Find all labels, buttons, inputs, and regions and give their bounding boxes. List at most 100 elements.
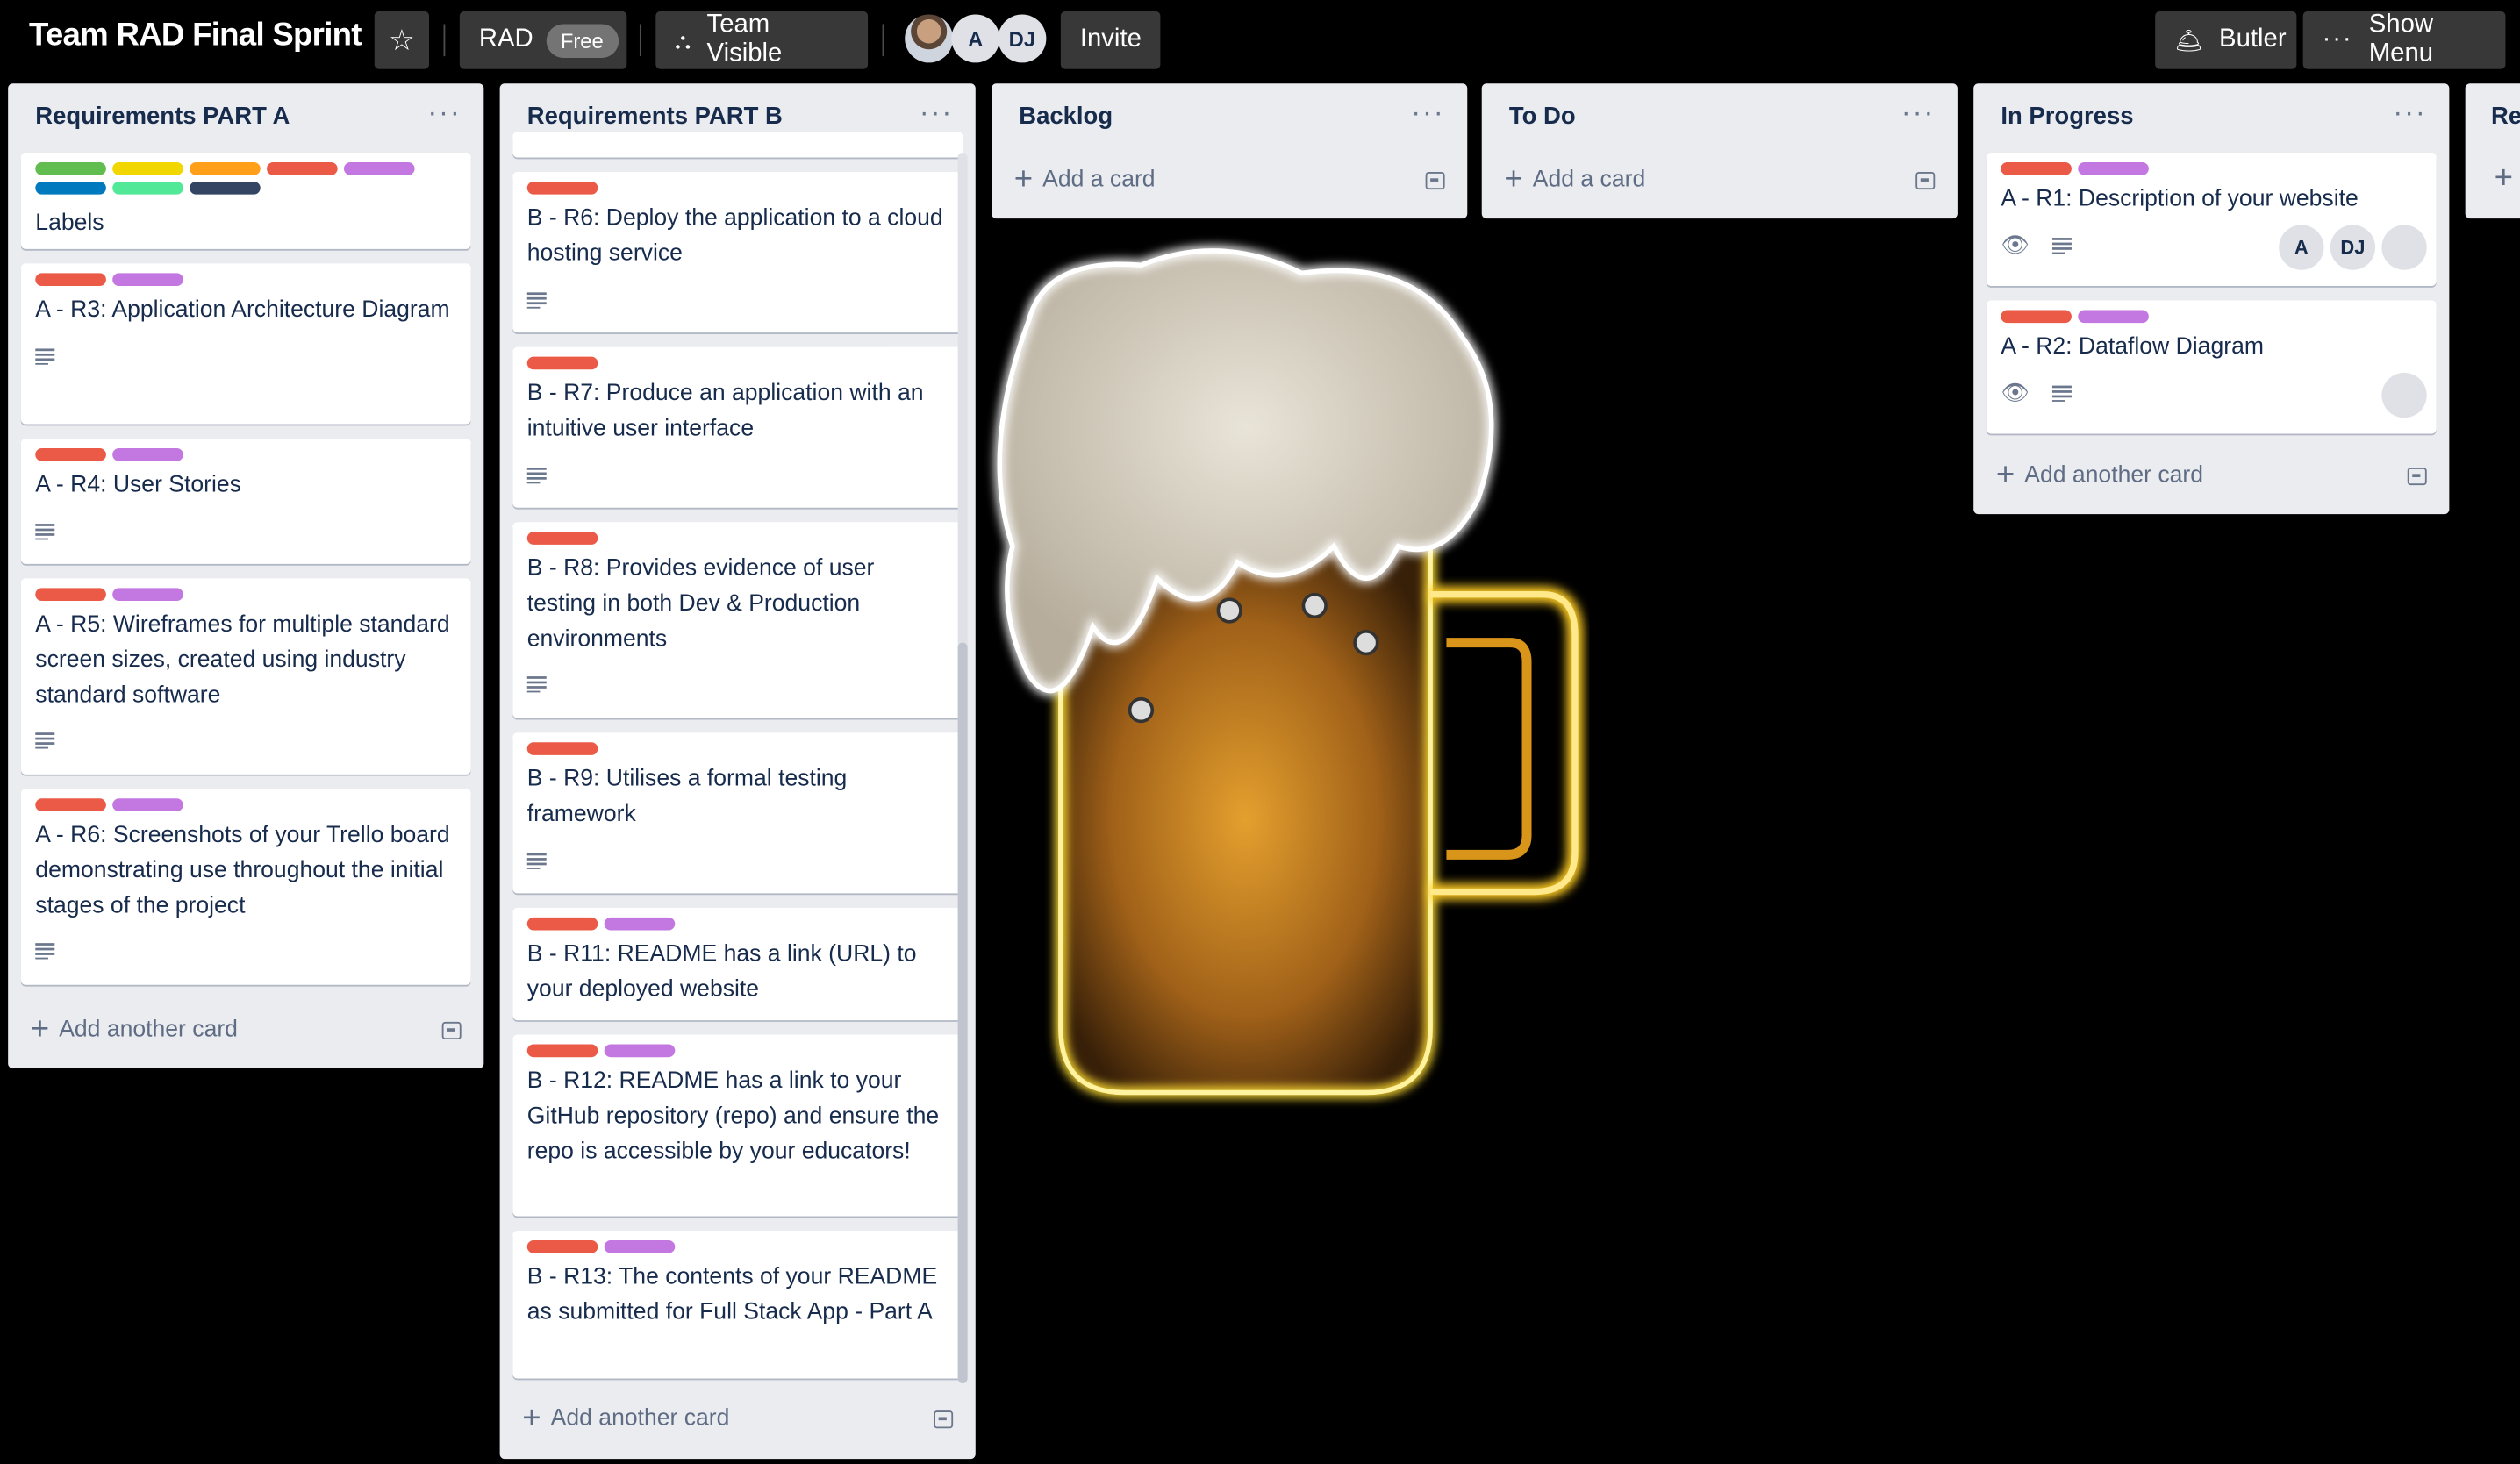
list-menu-icon[interactable]: ··· bbox=[920, 96, 953, 130]
label-orange bbox=[190, 161, 261, 175]
label-red bbox=[35, 798, 106, 811]
list-menu-icon[interactable]: ··· bbox=[2393, 96, 2426, 130]
list-title[interactable]: Requirements PART B bbox=[527, 103, 783, 130]
list-menu-icon[interactable]: ··· bbox=[427, 96, 461, 130]
card-badges bbox=[526, 461, 949, 489]
description-icon bbox=[2051, 237, 2072, 254]
member-avatar[interactable]: DJ bbox=[998, 14, 1047, 63]
card-title: B - R9: Utilises a formal testing framew… bbox=[526, 766, 848, 827]
description-icon bbox=[35, 732, 55, 750]
board-title[interactable]: Team RAD Final Sprint bbox=[29, 18, 362, 54]
label-red bbox=[35, 273, 106, 287]
card-badges bbox=[35, 727, 456, 756]
plus-icon: + bbox=[1013, 161, 1034, 197]
card-labels bbox=[2001, 310, 2422, 324]
label-purple bbox=[604, 1044, 676, 1058]
card-title: A - R4: User Stories bbox=[35, 472, 241, 498]
card-labels bbox=[526, 917, 949, 931]
card-template-icon[interactable] bbox=[934, 1410, 954, 1428]
card-labels bbox=[35, 798, 456, 811]
label-purple bbox=[604, 1239, 676, 1253]
card-template-icon[interactable] bbox=[2407, 467, 2427, 485]
description-icon bbox=[526, 291, 547, 308]
list-title[interactable]: To Do bbox=[1509, 103, 1576, 130]
card[interactable]: B - R8: Provides evidence of user testin… bbox=[512, 522, 963, 718]
description-icon bbox=[526, 467, 547, 483]
label-purple bbox=[604, 917, 676, 931]
card[interactable]: B - R9: Utilises a formal testing framew… bbox=[512, 732, 963, 894]
card[interactable]: A - R4: User Stories bbox=[20, 439, 471, 564]
card-labels bbox=[526, 532, 949, 545]
card[interactable]: A - R6: Screenshots of your Trello board… bbox=[20, 789, 471, 985]
card-title: B - R8: Provides evidence of user testin… bbox=[526, 555, 875, 652]
plan-badge: Free bbox=[546, 23, 619, 58]
add-card-label: Add another card bbox=[2024, 462, 2204, 489]
add-card-label: Add a card bbox=[1532, 167, 1646, 193]
card[interactable]: B - R11: README has a link (URL) to your… bbox=[512, 907, 963, 1021]
card-partial[interactable] bbox=[512, 132, 963, 158]
star-button[interactable]: ☆ bbox=[374, 11, 430, 69]
label-purple bbox=[112, 273, 183, 287]
eye-icon: 👁 bbox=[2001, 232, 2030, 258]
org-button[interactable]: RAD Free bbox=[459, 11, 627, 69]
label-red bbox=[526, 1044, 598, 1058]
card-title: B - R12: README has a link to your GitHu… bbox=[526, 1068, 940, 1165]
card[interactable]: A - R5: Wireframes for multiple standard… bbox=[20, 578, 471, 775]
label-black bbox=[190, 181, 261, 195]
card-template-icon[interactable] bbox=[1425, 171, 1445, 189]
card-title: B - R13: The contents of your README as … bbox=[526, 1264, 938, 1325]
member-avatar[interactable]: A bbox=[951, 14, 1000, 63]
add-card-button[interactable]: + Add another card bbox=[512, 1393, 963, 1445]
list-title[interactable]: Re bbox=[2491, 103, 2520, 130]
add-card-button[interactable]: + Add a card bbox=[1005, 154, 1455, 206]
add-card-button[interactable]: + Add another card bbox=[21, 1004, 471, 1056]
plus-icon[interactable]: + bbox=[2495, 161, 2513, 197]
list-title[interactable]: Requirements PART A bbox=[35, 103, 290, 130]
card[interactable]: B - R7: Produce an application with an i… bbox=[512, 346, 963, 508]
list-header: Requirements PART A ··· bbox=[8, 83, 483, 151]
list-header: In Progress ··· bbox=[1973, 83, 2449, 151]
card[interactable]: A - R3: Application Architecture Diagram bbox=[20, 263, 471, 425]
show-menu-button[interactable]: ··· Show Menu bbox=[2302, 11, 2506, 69]
invite-button[interactable]: Invite bbox=[1060, 11, 1161, 69]
card[interactable]: A - R1: Description of your website 👁 A … bbox=[1986, 153, 2437, 287]
visibility-button[interactable]: ⛬ Team Visible bbox=[655, 11, 869, 69]
card-labels bbox=[526, 356, 949, 370]
member-avatar[interactable]: A bbox=[2279, 225, 2324, 270]
plus-icon: + bbox=[1995, 457, 2015, 493]
card-badges bbox=[526, 670, 949, 699]
card-template-icon[interactable] bbox=[441, 1020, 462, 1039]
add-card-label: Add another card bbox=[59, 1017, 238, 1043]
add-card-button[interactable]: + Add a card bbox=[1494, 154, 1944, 206]
member-avatar-photo[interactable] bbox=[2381, 372, 2427, 418]
label-red bbox=[526, 181, 598, 195]
list-scrollbar[interactable] bbox=[957, 153, 968, 1384]
scrollbar-thumb[interactable] bbox=[957, 642, 968, 1384]
add-card-label: Add another card bbox=[550, 1405, 730, 1432]
card[interactable]: Labels bbox=[20, 153, 471, 249]
description-icon bbox=[35, 523, 55, 540]
card[interactable]: B - R6: Deploy the application to a clou… bbox=[512, 171, 963, 333]
card[interactable]: A - R2: Dataflow Diagram 👁 bbox=[1986, 300, 2437, 434]
card-labels bbox=[35, 448, 456, 461]
card-badges bbox=[35, 342, 456, 371]
card[interactable]: B - R13: The contents of your README as … bbox=[512, 1231, 963, 1379]
card-template-icon[interactable] bbox=[1915, 171, 1936, 189]
list-menu-icon[interactable]: ··· bbox=[1411, 96, 1444, 130]
member-avatar-photo[interactable] bbox=[2381, 225, 2427, 270]
member-avatar-photo[interactable] bbox=[905, 14, 954, 63]
list-requirements-part-b: Requirements PART B ··· B - R6: Deploy t… bbox=[499, 83, 976, 1460]
list-menu-icon[interactable]: ··· bbox=[1901, 96, 1935, 130]
card-title: A - R1: Description of your website bbox=[2001, 186, 2359, 212]
list-title[interactable]: Backlog bbox=[1019, 103, 1113, 130]
butler-button[interactable]: 🛎 Butler bbox=[2155, 11, 2297, 69]
card-members bbox=[2381, 372, 2427, 418]
list-to-do: To Do ··· + Add a card bbox=[1481, 83, 1958, 219]
description-icon bbox=[526, 852, 547, 869]
list-title[interactable]: In Progress bbox=[2001, 103, 2133, 130]
member-avatar[interactable]: DJ bbox=[2330, 225, 2376, 270]
list-header: To Do ··· bbox=[1482, 83, 1958, 151]
add-card-button[interactable]: + Add another card bbox=[1987, 450, 2437, 502]
more-icon: ··· bbox=[2322, 25, 2353, 54]
card[interactable]: B - R12: README has a link to your GitHu… bbox=[512, 1034, 963, 1217]
